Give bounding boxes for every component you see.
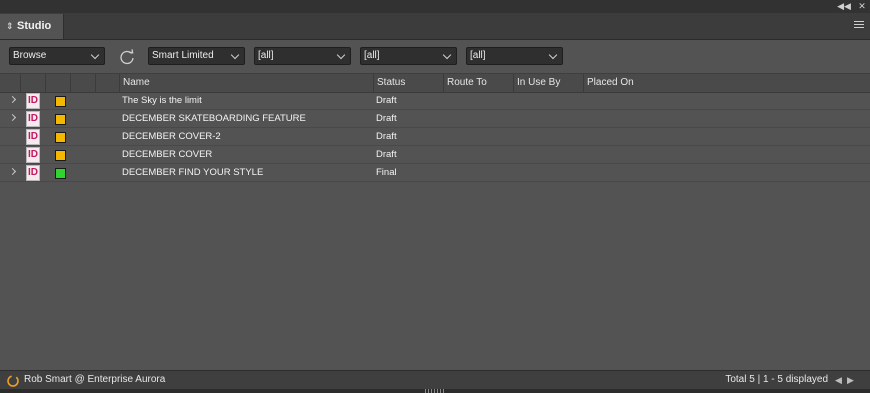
row-status: Draft xyxy=(376,113,397,124)
window-strip: ◀◀ ✕ xyxy=(0,0,870,13)
filter-select-1[interactable]: [all] xyxy=(254,47,351,65)
chevron-down-icon xyxy=(90,50,100,60)
total-count: Total 5 | 1 - 5 displayed xyxy=(725,374,828,385)
column-header-in-use-by[interactable]: In Use By xyxy=(513,74,583,92)
row-status: Draft xyxy=(376,149,397,160)
filter-select-2[interactable]: [all] xyxy=(360,47,457,65)
filter-select-3-value: [all] xyxy=(470,50,486,61)
expand-chevron-icon[interactable] xyxy=(8,95,17,104)
expand-chevron-icon[interactable] xyxy=(8,167,17,176)
chevron-down-icon xyxy=(442,50,452,60)
filter-select-3[interactable]: [all] xyxy=(466,47,563,65)
row-status: Draft xyxy=(376,131,397,142)
filter-select-1-value: [all] xyxy=(258,50,274,61)
table-row[interactable]: ID DECEMBER COVER Draft xyxy=(0,146,870,164)
expand-chevron-icon[interactable] xyxy=(8,113,17,122)
query-select-value: Smart Limited xyxy=(152,50,214,61)
page-next-icon[interactable]: ▶ xyxy=(847,371,854,389)
row-name: DECEMBER COVER-2 xyxy=(122,131,221,142)
status-color-swatch xyxy=(55,132,66,143)
status-bar: Rob Smart @ Enterprise Aurora Total 5 | … xyxy=(0,370,870,393)
status-color-swatch xyxy=(55,114,66,125)
table-row[interactable]: ID DECEMBER SKATEBOARDING FEATURE Draft xyxy=(0,110,870,128)
tab-studio-label: Studio xyxy=(17,20,52,32)
table-header: Name Status Route To In Use By Placed On xyxy=(0,73,870,93)
chevron-down-icon xyxy=(548,50,558,60)
view-select[interactable]: Browse xyxy=(9,47,105,65)
row-name: DECEMBER SKATEBOARDING FEATURE xyxy=(122,113,306,124)
column-header-name[interactable]: Name xyxy=(119,74,373,92)
diamond-arrows-icon: ⇕ xyxy=(6,21,14,31)
indesign-document-icon: ID xyxy=(26,129,40,145)
panel-menu-icon[interactable] xyxy=(854,19,864,31)
column-header-blank-2[interactable] xyxy=(95,74,119,92)
tab-studio[interactable]: ⇕ Studio xyxy=(0,14,64,39)
column-header-blank-1[interactable] xyxy=(70,74,95,92)
refresh-icon[interactable] xyxy=(118,48,136,66)
indesign-document-icon: ID xyxy=(26,165,40,181)
status-color-swatch xyxy=(55,96,66,107)
row-name: DECEMBER FIND YOUR STYLE xyxy=(122,167,264,178)
row-name: The Sky is the limit xyxy=(122,95,202,106)
filter-select-2-value: [all] xyxy=(364,50,380,61)
view-select-value: Browse xyxy=(13,50,47,61)
close-icon[interactable]: ✕ xyxy=(855,0,869,13)
table-row[interactable]: ID DECEMBER FIND YOUR STYLE Final xyxy=(0,164,870,182)
row-name: DECEMBER COVER xyxy=(122,149,213,160)
indesign-document-icon: ID xyxy=(26,147,40,163)
status-color-swatch xyxy=(55,168,66,179)
column-header-placed-on[interactable]: Placed On xyxy=(583,74,870,92)
toolbar: Browse Smart Limited [all] [all] [all] xyxy=(0,40,870,72)
row-status: Final xyxy=(376,167,397,178)
table-row[interactable]: ID DECEMBER COVER-2 Draft xyxy=(0,128,870,146)
column-header-color[interactable] xyxy=(45,74,70,92)
query-select[interactable]: Smart Limited xyxy=(148,47,245,65)
panel-tab-bar: ⇕ Studio xyxy=(0,13,870,40)
indesign-document-icon: ID xyxy=(26,93,40,109)
chevron-down-icon xyxy=(336,50,346,60)
user-connection: Rob Smart @ Enterprise Aurora xyxy=(24,374,166,385)
table-row[interactable]: ID The Sky is the limit Draft xyxy=(0,92,870,110)
status-color-swatch xyxy=(55,150,66,161)
column-header-status[interactable]: Status xyxy=(373,74,443,92)
double-chevron-left-icon[interactable]: ◀◀ xyxy=(837,0,851,13)
column-header-expand[interactable] xyxy=(0,74,20,92)
column-header-type[interactable] xyxy=(20,74,45,92)
indesign-document-icon: ID xyxy=(26,111,40,127)
page-prev-icon[interactable]: ◀ xyxy=(835,371,842,389)
chevron-down-icon xyxy=(230,50,240,60)
row-status: Draft xyxy=(376,95,397,106)
sync-icon[interactable] xyxy=(6,374,20,388)
resize-grip-icon[interactable] xyxy=(425,389,445,393)
column-header-route-to[interactable]: Route To xyxy=(443,74,513,92)
